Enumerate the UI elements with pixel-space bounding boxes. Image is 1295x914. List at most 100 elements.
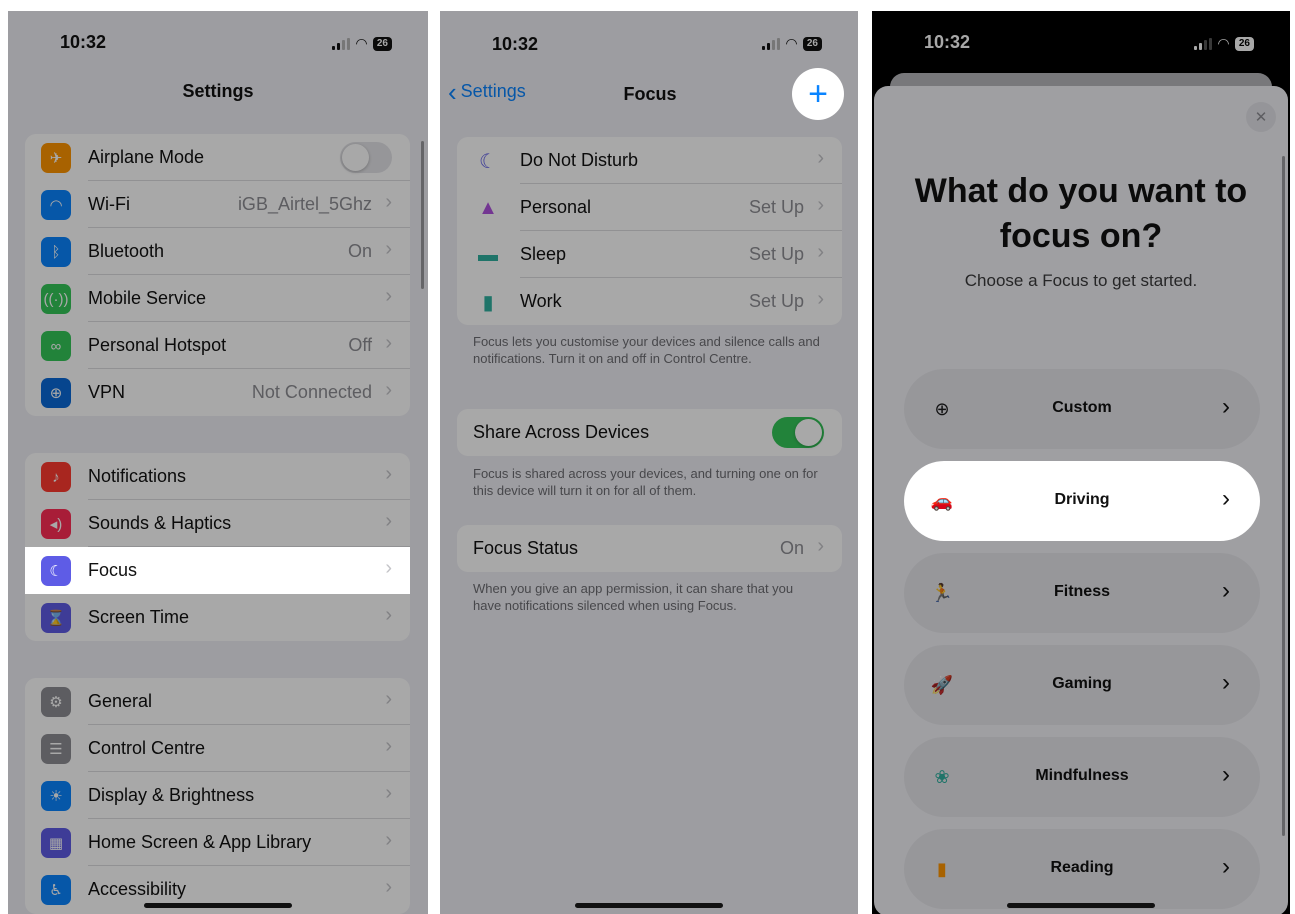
focus-option-reading[interactable]: ▮ Reading › xyxy=(904,829,1260,909)
chevron-right-icon: › xyxy=(817,535,824,557)
row-label: Notifications xyxy=(88,466,187,486)
chevron-right-icon: › xyxy=(1222,761,1230,788)
focus-status-value: On xyxy=(779,538,804,558)
airplane-icon: ✈ xyxy=(41,143,71,173)
signal-icon xyxy=(332,37,351,50)
page-title: Focus xyxy=(623,84,677,104)
settings-row-wi-fi[interactable]: ◠ Wi-Fi iGB_Airtel_5Ghz › xyxy=(25,181,410,228)
badge-icon: ▮ xyxy=(482,291,494,314)
moon-icon: ☾ xyxy=(41,556,71,586)
chevron-right-icon: › xyxy=(817,147,824,169)
row-label: Accessibility xyxy=(88,879,187,899)
settings-row-vpn[interactable]: ⊕ VPN Not Connected › xyxy=(25,369,410,416)
status-icons: ◠ 26 xyxy=(762,35,822,52)
system-group: ⚙ General › ☰ Control Centre › ☀ Display & Brig… xyxy=(25,678,410,914)
sheet-subheading: Choose a Focus to get started. xyxy=(964,271,1198,290)
option-label: Custom xyxy=(1052,399,1112,416)
status-icons: ◠ 26 xyxy=(332,35,392,52)
chevron-right-icon: › xyxy=(817,241,824,263)
focus-screen: 10:32 ◠ 26 ‹ Settings Focus ☾ Do Not Dist… xyxy=(440,11,858,914)
sheet-heading: What do you want to focus on? xyxy=(914,172,1248,255)
chevron-right-icon: › xyxy=(385,332,392,354)
airplane-mode-toggle[interactable] xyxy=(340,142,392,173)
settings-row-screen-time[interactable]: ⌛ Screen Time › xyxy=(25,594,410,641)
status-icons: ◠ 26 xyxy=(1194,35,1254,52)
scrollbar[interactable] xyxy=(1282,156,1285,836)
chevron-right-icon: › xyxy=(1222,853,1230,880)
row-value: Set Up xyxy=(748,244,804,264)
settings-row-mobile-service[interactable]: ((·)) Mobile Service › xyxy=(25,275,410,322)
focus-option-mindfulness[interactable]: ❀ Mindfulness › xyxy=(904,737,1260,817)
scrollbar[interactable] xyxy=(421,141,424,289)
close-button[interactable]: ✕ xyxy=(1246,102,1276,132)
share-toggle[interactable] xyxy=(772,417,824,448)
speaker-icon: ◂) xyxy=(41,509,71,539)
row-value: On xyxy=(347,241,372,261)
back-label: Settings xyxy=(460,81,526,101)
back-button[interactable]: ‹ Settings xyxy=(448,79,526,105)
settings-row-do-not-disturb[interactable]: ☾ Do Not Disturb › xyxy=(457,137,842,184)
focus-option-custom[interactable]: ⊕ Custom › xyxy=(904,369,1260,449)
settings-row-bluetooth[interactable]: ᛒ Bluetooth On › xyxy=(25,228,410,275)
focus-option-gaming[interactable]: 🚀 Gaming › xyxy=(904,645,1260,725)
close-icon: ✕ xyxy=(1254,109,1268,126)
signal-icon xyxy=(762,37,781,50)
row-value: Set Up xyxy=(748,291,804,311)
settings-row-focus[interactable]: ☾ Focus › xyxy=(25,547,410,594)
apps-grid-icon: ▦ xyxy=(41,828,71,858)
chevron-right-icon: › xyxy=(817,194,824,216)
globe-icon: ⊕ xyxy=(41,378,71,408)
option-label: Reading xyxy=(1050,859,1114,876)
antenna-icon: ((·)) xyxy=(41,284,71,314)
settings-row-airplane-mode[interactable]: ✈ Airplane Mode xyxy=(25,134,410,181)
settings-row-work[interactable]: ▮ Work Set Up › xyxy=(457,278,842,325)
settings-row-sleep[interactable]: ▬ Sleep Set Up › xyxy=(457,231,842,278)
row-label: Bluetooth xyxy=(88,241,165,261)
row-label: Sleep xyxy=(520,244,567,264)
settings-row-personal[interactable]: ▲ Personal Set Up › xyxy=(457,184,842,231)
chevron-right-icon: › xyxy=(385,688,392,710)
share-label: Share Across Devices xyxy=(473,422,650,442)
settings-row-sounds-haptics[interactable]: ◂) Sounds & Haptics › xyxy=(25,500,410,547)
add-focus-button[interactable]: + xyxy=(792,68,844,120)
row-label: Airplane Mode xyxy=(88,147,205,167)
focus-highlight-row[interactable]: ☾ Focus › xyxy=(25,547,410,594)
status-group: Focus Status On › xyxy=(457,525,842,572)
settings-row-home-screen-app-library[interactable]: ▦ Home Screen & App Library › xyxy=(25,819,410,866)
settings-row-control-centre[interactable]: ☰ Control Centre › xyxy=(25,725,410,772)
row-label: Sounds & Haptics xyxy=(88,513,232,533)
chevron-right-icon: › xyxy=(817,288,824,310)
chevron-right-icon: › xyxy=(385,557,392,579)
row-label: Screen Time xyxy=(88,607,190,627)
focus-status-row[interactable]: Focus Status On › xyxy=(457,525,842,572)
row-label: Control Centre xyxy=(88,738,206,758)
focus-option-fitness[interactable]: 🏃 Fitness › xyxy=(904,553,1260,633)
focus-status-label: Focus Status xyxy=(473,538,579,558)
row-value: Set Up xyxy=(748,197,804,217)
row-value: iGB_Airtel_5Ghz xyxy=(237,194,372,214)
home-indicator xyxy=(144,903,292,908)
plus-icon: + xyxy=(808,75,828,113)
share-description: Focus is shared across your devices, and… xyxy=(473,466,818,498)
focus-option-driving[interactable]: 🚗Driving› xyxy=(904,461,1260,541)
settings-row-display-brightness[interactable]: ☀ Display & Brightness › xyxy=(25,772,410,819)
row-label: VPN xyxy=(88,382,126,402)
connectivity-group: ✈ Airplane Mode ◠ Wi-Fi iGB_Airtel_5Ghz › ᛒ Blu… xyxy=(25,134,410,416)
share-group: Share Across Devices xyxy=(457,409,842,456)
settings-row-general[interactable]: ⚙ General › xyxy=(25,678,410,725)
settings-row-notifications[interactable]: ♪ Notifications › xyxy=(25,453,410,500)
focus-modes-group: ☾ Do Not Disturb › ▲ Personal Set Up › ▬ Sleep Se… xyxy=(457,137,842,325)
option-label: Gaming xyxy=(1052,675,1112,692)
moon-icon: ☾ xyxy=(479,150,497,173)
chevron-right-icon: › xyxy=(385,604,392,626)
row-label: Personal Hotspot xyxy=(88,335,227,355)
battery-icon: 26 xyxy=(1234,36,1254,51)
gear-icon: ⚙ xyxy=(41,687,71,717)
person-icon: ▲ xyxy=(478,196,498,219)
chevron-right-icon: › xyxy=(385,463,392,485)
row-label: Mobile Service xyxy=(88,288,207,308)
settings-row-personal-hotspot[interactable]: ∞ Personal Hotspot Off › xyxy=(25,322,410,369)
wifi-status-icon: ◠ xyxy=(786,35,797,51)
hotspot-icon: ∞ xyxy=(41,331,71,361)
chevron-right-icon: › xyxy=(385,510,392,532)
